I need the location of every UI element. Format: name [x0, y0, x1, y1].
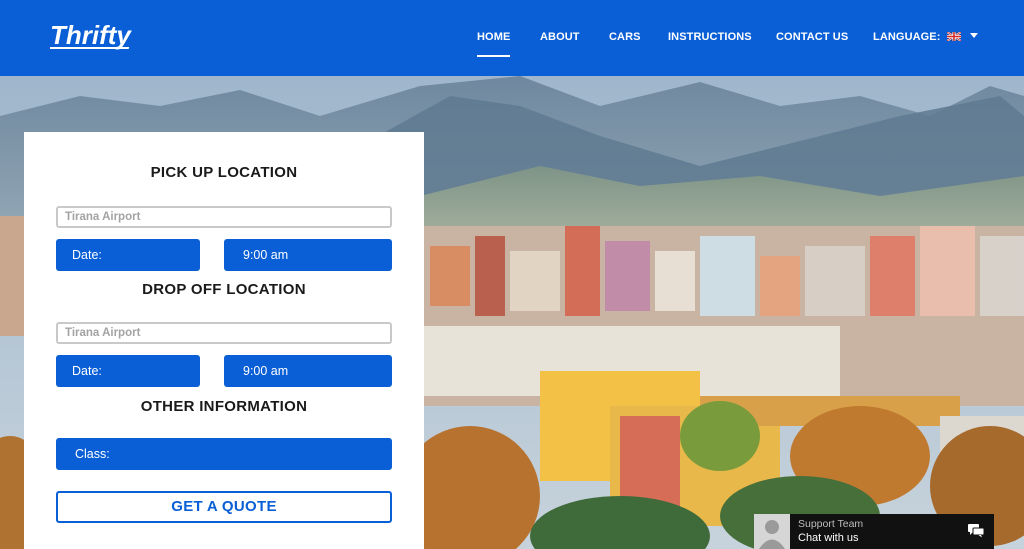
- nav-contact-us[interactable]: CONTACT US: [776, 31, 848, 43]
- nav-instructions[interactable]: INSTRUCTIONS: [668, 31, 752, 43]
- class-label: Class:: [75, 447, 110, 461]
- nav-about[interactable]: ABOUT: [540, 31, 580, 43]
- language-label: LANGUAGE:: [873, 31, 941, 43]
- support-avatar: [754, 514, 790, 549]
- support-chat-widget[interactable]: Support Team Chat with us: [754, 514, 994, 549]
- language-selector[interactable]: LANGUAGE:: [873, 31, 978, 43]
- get-quote-button[interactable]: GET A QUOTE: [56, 491, 392, 523]
- pickup-title: PICK UP LOCATION: [150, 164, 298, 181]
- main-nav: HOME ABOUT CARS INSTRUCTIONS CONTACT US …: [470, 0, 978, 76]
- uk-flag-icon: [946, 32, 961, 41]
- other-info-title: OTHER INFORMATION: [140, 398, 308, 415]
- dropoff-date-label: Date:: [72, 364, 102, 378]
- dropoff-time-field[interactable]: 9:00 am: [224, 355, 392, 387]
- site-header: Thrifty HOME ABOUT CARS INSTRUCTIONS CON…: [0, 0, 1024, 76]
- nav-cars[interactable]: CARS: [609, 31, 641, 43]
- booking-form: PICK UP LOCATION Date: 9:00 am DROP OFF …: [24, 132, 424, 549]
- pickup-time-value: 9:00 am: [243, 248, 289, 262]
- support-team-label: Support Team: [798, 518, 864, 530]
- dropoff-date-field[interactable]: Date:: [56, 355, 200, 387]
- pickup-time-field[interactable]: 9:00 am: [224, 239, 392, 271]
- pickup-location-input[interactable]: [56, 206, 392, 228]
- chevron-down-icon: [969, 33, 978, 38]
- class-select[interactable]: Class:: [56, 438, 392, 470]
- logo-text: Thrifty: [50, 20, 132, 50]
- dropoff-title: DROP OFF LOCATION: [142, 281, 306, 298]
- thrifty-logo[interactable]: Thrifty: [50, 18, 146, 56]
- pickup-date-label: Date:: [72, 248, 102, 262]
- dropoff-time-value: 9:00 am: [243, 364, 289, 378]
- nav-home[interactable]: HOME: [477, 31, 511, 57]
- chat-bubble-icon[interactable]: [968, 524, 984, 538]
- pickup-date-field[interactable]: Date:: [56, 239, 200, 271]
- dropoff-location-input[interactable]: [56, 322, 392, 344]
- chat-with-us-label: Chat with us: [798, 532, 859, 544]
